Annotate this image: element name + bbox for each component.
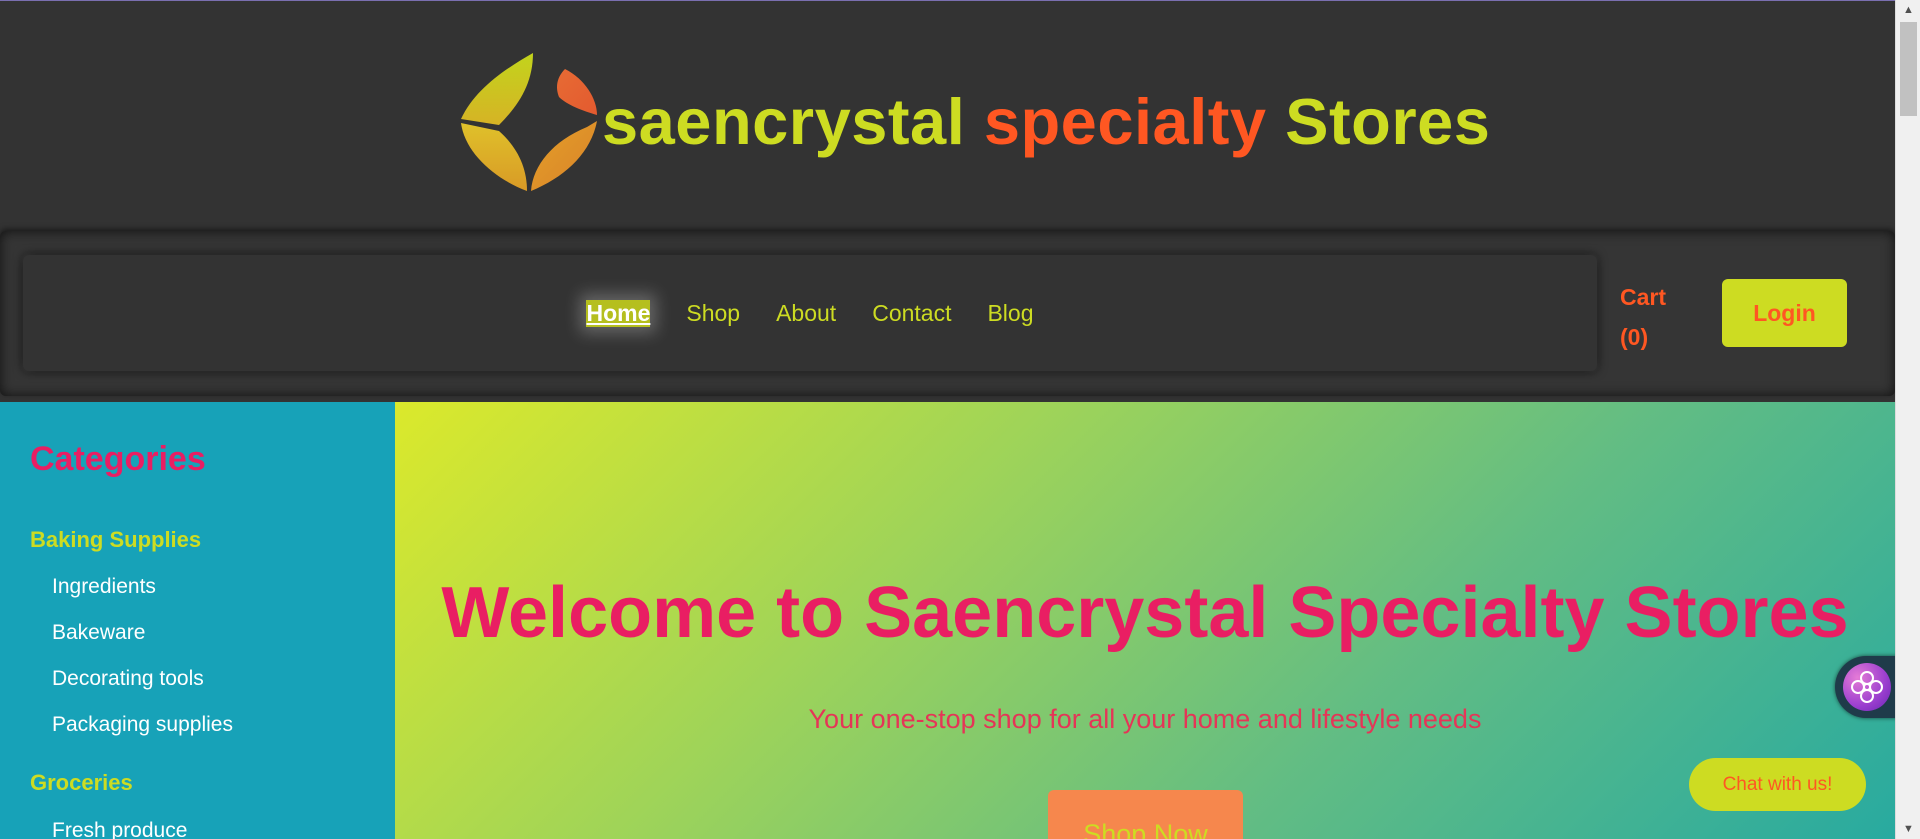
- assistant-widget[interactable]: [1835, 656, 1895, 718]
- shop-now-button[interactable]: Shop Now: [1048, 790, 1243, 839]
- nav-link-shop[interactable]: Shop: [686, 300, 740, 327]
- categories-sidebar: Categories Baking Supplies Ingredients B…: [0, 402, 395, 839]
- assistant-orb-icon: [1843, 663, 1891, 711]
- hero-subtitle: Your one-stop shop for all your home and…: [808, 704, 1482, 734]
- subcategory-fresh-produce[interactable]: Fresh produce: [52, 819, 187, 839]
- sidebar-title: Categories: [30, 440, 206, 478]
- category-baking-supplies[interactable]: Baking Supplies: [30, 527, 201, 553]
- scroll-down-arrow-icon[interactable]: ▼: [1896, 819, 1920, 839]
- login-button[interactable]: Login: [1722, 279, 1847, 347]
- vertical-scrollbar[interactable]: ▲ ▼: [1895, 0, 1920, 839]
- category-groceries[interactable]: Groceries: [30, 770, 133, 796]
- nav-links: Home Shop About Contact Blog: [23, 255, 1597, 371]
- brand-name-part2: specialty: [983, 85, 1267, 158]
- nav-link-blog[interactable]: Blog: [987, 300, 1033, 327]
- main-nav: Home Shop About Contact Blog: [23, 255, 1597, 371]
- brand-logo[interactable]: saencrystal specialty Stores: [455, 49, 1490, 194]
- scrollbar-thumb[interactable]: [1900, 22, 1917, 116]
- nav-link-contact[interactable]: Contact: [872, 300, 951, 327]
- chat-with-us-button[interactable]: Chat with us!: [1689, 758, 1866, 811]
- cart-label: Cart: [1620, 284, 1667, 310]
- brand-name-part3: Stores: [1285, 85, 1491, 158]
- subcategory-packaging-supplies[interactable]: Packaging supplies: [52, 713, 233, 737]
- browser-viewport: saencrystal specialty Stores Home Shop A…: [0, 0, 1895, 839]
- nav-link-home[interactable]: Home: [586, 299, 651, 327]
- subcategory-ingredients[interactable]: Ingredients: [52, 575, 156, 599]
- subcategory-bakeware[interactable]: Bakeware: [52, 621, 145, 645]
- leaf-petals-logo-icon: [461, 53, 597, 191]
- cart-count: (0): [1620, 324, 1649, 350]
- navigation-bar: Home Shop About Contact Blog Cart (0) Lo…: [0, 231, 1895, 396]
- flower-icon: [1851, 671, 1883, 703]
- hero-section: Welcome to Saencrystal Specialty Stores …: [395, 402, 1895, 839]
- brand-name: saencrystal specialty Stores: [602, 84, 1490, 159]
- hero-title: Welcome to Saencrystal Specialty Stores: [441, 573, 1849, 653]
- brand-name-part1: saencrystal: [602, 85, 966, 158]
- nav-link-about[interactable]: About: [776, 300, 836, 327]
- cart-link[interactable]: Cart (0): [1620, 277, 1690, 357]
- scroll-up-arrow-icon[interactable]: ▲: [1896, 0, 1920, 20]
- subcategory-decorating-tools[interactable]: Decorating tools: [52, 667, 204, 691]
- site-header: saencrystal specialty Stores: [0, 1, 1895, 231]
